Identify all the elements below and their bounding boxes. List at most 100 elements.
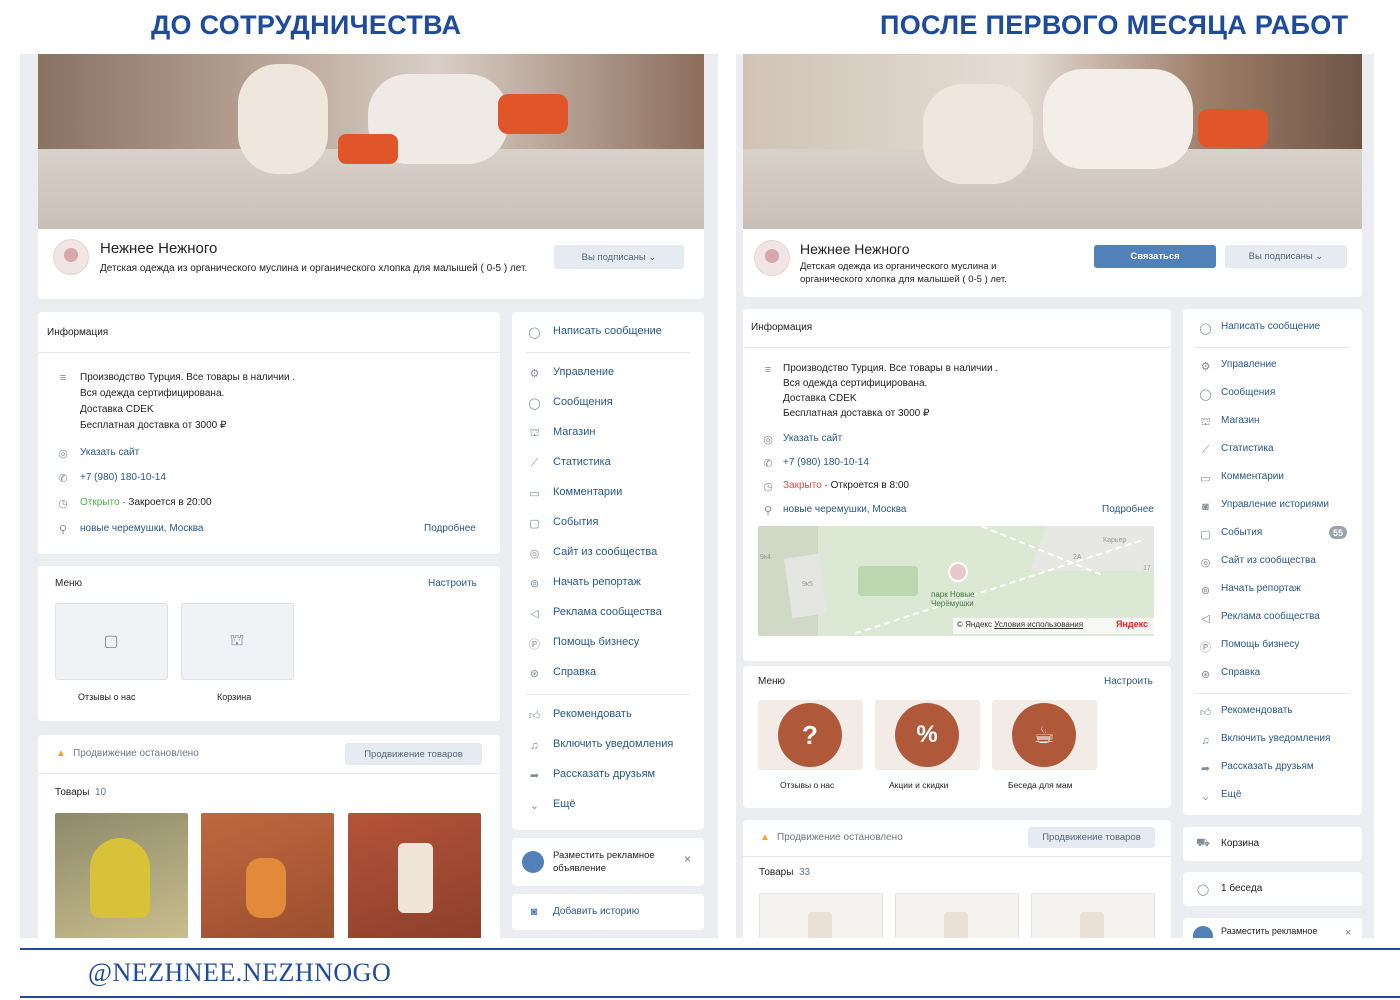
ad-card[interactable]: Разместить рекламное × [1183,918,1362,938]
footer-handle[interactable]: @NEZHNEE.NEZHNOGO [88,958,391,988]
menu-configure-link[interactable]: Настроить [1104,676,1153,687]
info-line: Доставка CDEK [80,404,154,415]
subscribed-button[interactable]: Вы подписаны ⌄ [1225,245,1347,268]
write-message-item[interactable]: ◯ Написать сообщение [512,319,704,345]
side-item-business[interactable]: Ⓟ Помощь бизнесу [1183,633,1362,659]
close-icon[interactable]: × [684,852,691,866]
side-item-ads[interactable]: ◁ Реклама сообщества [512,600,704,626]
chart-icon: ⟋ [530,457,539,469]
globe-icon: ◎ [58,447,68,460]
menu-item-reviews[interactable]: ? [758,700,863,770]
menu-item-discounts[interactable]: % [875,700,980,770]
side-item-label: Ещё [1221,789,1242,800]
side-item-more[interactable]: ⌄ Ещё [512,792,704,818]
percent-icon: % [895,703,959,767]
promo-goods-button[interactable]: Продвижение товаров [345,743,482,765]
question-chat-icon: ? [778,703,842,767]
add-story-card[interactable]: ◙ Добавить историю [512,894,704,930]
side-item-share[interactable]: ➦ Рассказать друзьям [512,762,704,788]
goods-title: Товары 10 [55,787,106,798]
menu-title: Меню [55,578,83,589]
site-link[interactable]: Указать сайт [783,433,842,444]
side-item-messages[interactable]: ◯ Сообщения [512,390,704,416]
side-item-label: Рассказать друзьям [1221,761,1314,772]
side-item-help[interactable]: ⊛ Справка [1183,661,1362,687]
side-item-events[interactable]: ▢ События [512,510,704,536]
side-item-events[interactable]: ▢ События 55 [1183,521,1362,547]
side-item-shop[interactable]: ⛫ Магазин [512,420,704,446]
status-closed: Закрыто [783,480,822,491]
side-item-comments[interactable]: ▭ Комментарии [512,480,704,506]
chat-card[interactable]: ◯ 1 беседа [1183,872,1362,906]
product-photo[interactable] [55,813,188,938]
side-item-stream[interactable]: ⊚ Начать репортаж [1183,577,1362,603]
menu-configure-link[interactable]: Настроить [428,578,477,589]
menu-item-cart[interactable]: ⛫ [181,603,294,680]
megaphone-icon [1193,926,1213,938]
side-item-label: Сообщения [1221,387,1276,398]
address-link[interactable]: новые черемушки, Москва [783,504,907,515]
site-link[interactable]: Указать сайт [80,447,139,458]
map[interactable]: парк Новые Черёмушки 9к4 9к5 2А Карьер 1… [758,526,1154,636]
menu-item-mom-chat[interactable]: ☕︎ [992,700,1097,770]
side-item-ads[interactable]: ◁ Реклама сообщества [1183,605,1362,631]
side-item-site[interactable]: ◎ Сайт из сообщества [1183,549,1362,575]
product-photo[interactable] [201,813,334,938]
side-item-more[interactable]: ⌄ Ещё [1183,783,1362,809]
yandex-logo[interactable]: Яндекс [1116,619,1148,629]
side-item-manage[interactable]: ⚙ Управление [512,360,704,386]
product-photo[interactable] [1031,893,1155,938]
side-item-stats[interactable]: ⟋ Статистика [1183,437,1362,463]
heading-before: ДО СОТРУДНИЧЕСТВА [151,10,462,40]
group-avatar[interactable] [754,240,790,276]
more-link[interactable]: Подробнее [424,523,476,534]
side-item-recommend[interactable]: 👍︎ Рекомендовать [1183,699,1362,725]
comment-icon: ▭ [1200,473,1211,485]
side-item-shop[interactable]: ⛫ Магазин [1183,409,1362,435]
subscribed-label: Вы подписаны [581,251,646,263]
map-terms-link[interactable]: Условия использования [994,620,1083,629]
side-item-stats[interactable]: ⟋ Статистика [512,450,704,476]
side-item-comments[interactable]: ▭ Комментарии [1183,465,1362,491]
side-item-manage[interactable]: ⚙ Управление [1183,353,1362,379]
product-photo[interactable] [348,813,481,938]
goods-card: ▲ Продвижение остановлено Продвижение то… [743,820,1171,938]
broadcast-icon: ⊚ [529,578,540,590]
ad-card[interactable]: Разместить рекламное объявление × [512,838,704,886]
phone-link[interactable]: +7 (980) 180-10-14 [80,472,166,483]
side-item-notify[interactable]: ♫ Включить уведомления [512,732,704,758]
side-item-business[interactable]: Ⓟ Помощь бизнесу [512,630,704,656]
side-item-share[interactable]: ➦ Рассказать друзьям [1183,755,1362,781]
panel-before: Нежнее Нежного Детская одежда из органич… [20,54,718,938]
address-link[interactable]: новые черемушки, Москва [80,523,204,534]
cart-card[interactable]: ⛟ Корзина [1183,827,1362,861]
product-photo[interactable] [759,893,883,938]
group-description-line: Детская одежда из органического муслина … [800,261,997,272]
map-copyright-text: © Яндекс [957,620,993,629]
side-item-stream[interactable]: ⊚ Начать репортаж [512,570,704,596]
phone-icon: ✆ [763,457,773,470]
clock-icon: ◷ [58,497,68,510]
promo-status: Продвижение остановлено [73,748,199,759]
side-item-label: Магазин [1221,415,1260,426]
info-line: Бесплатная доставка от 3000 ₽ [80,420,227,431]
chevron-down-icon: ⌄ [529,800,540,812]
product-photo[interactable] [895,893,1019,938]
map-pin-icon[interactable] [948,562,968,582]
subscribed-button[interactable]: Вы подписаны ⌄ [554,245,684,269]
side-item-recommend[interactable]: 👍︎ Рекомендовать [512,702,704,728]
write-message-item[interactable]: ◯ Написать сообщение [1183,315,1362,341]
group-avatar[interactable] [53,239,89,275]
close-icon[interactable]: × [1345,927,1351,938]
contact-button[interactable]: Связаться [1094,245,1216,268]
footer-divider-bottom [20,996,1400,998]
side-item-stories[interactable]: ◙ Управление историями [1183,493,1362,519]
side-item-site[interactable]: ◎ Сайт из сообщества [512,540,704,566]
phone-link[interactable]: +7 (980) 180-10-14 [783,457,869,468]
more-link[interactable]: Подробнее [1102,504,1154,515]
side-item-messages[interactable]: ◯ Сообщения [1183,381,1362,407]
menu-item-reviews[interactable]: ▢ [55,603,168,680]
side-item-help[interactable]: ⊛ Справка [512,660,704,686]
promo-goods-button[interactable]: Продвижение товаров [1028,827,1155,848]
side-item-notify[interactable]: ♫ Включить уведомления [1183,727,1362,753]
